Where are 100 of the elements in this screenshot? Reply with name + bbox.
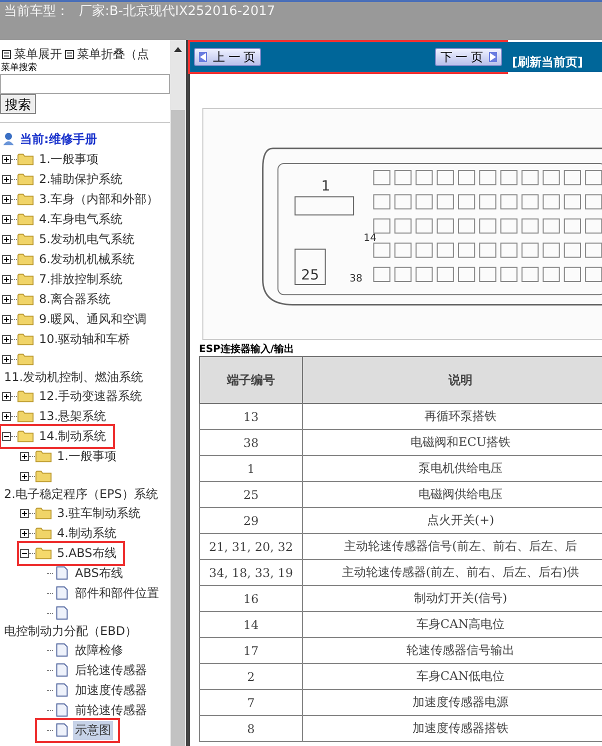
tree-row[interactable]: 前轮速传感器 [0, 700, 170, 720]
tree-item[interactable]: 4.制动系统 [55, 524, 118, 542]
folder-icon [17, 152, 34, 166]
folder-icon [17, 389, 34, 403]
column-header: 说明 [302, 356, 602, 404]
tree-row[interactable]: 4.车身电气系统 [0, 209, 170, 229]
tree-row[interactable]: 13.悬架系统 [0, 406, 170, 426]
tree-row[interactable]: 1.一般事项 [0, 446, 170, 466]
collapse-menu-link[interactable]: 菜单折叠（点 [77, 46, 149, 63]
tree-item[interactable]: 5.发动机电气系统 [37, 230, 136, 248]
tree-row[interactable]: ABS布线 [0, 563, 170, 583]
tree-item[interactable]: 加速度传感器 [73, 680, 149, 700]
expand-toggle[interactable] [2, 392, 11, 400]
table-cell: 16 [200, 586, 302, 612]
tree-row[interactable]: 5.ABS布线 [0, 543, 170, 563]
tree-row[interactable]: 14.制动系统 [0, 426, 170, 446]
tree-item[interactable]: 3.驻车制动系统 [55, 504, 142, 522]
tree-item[interactable]: 6.发动机机械系统 [37, 250, 136, 268]
expand-toggle[interactable] [2, 234, 11, 244]
expand-toggle[interactable] [2, 334, 11, 344]
refresh-page-link[interactable]: [刷新当前页] [512, 54, 583, 71]
table-cell: 17 [200, 638, 302, 664]
tree-item[interactable]: 4.车身电气系统 [37, 210, 124, 228]
tree-row[interactable]: 12.手动变速器系统 [0, 386, 170, 406]
tree-item[interactable]: 10.驱动轴和车桥 [37, 330, 132, 348]
tree-item[interactable]: 8.离合器系统 [37, 290, 112, 308]
tree-row[interactable]: 8.离合器系统 [0, 289, 170, 309]
folder-icon [17, 272, 34, 286]
expand-toggle[interactable] [2, 214, 11, 224]
expand-toggle[interactable] [2, 314, 11, 324]
tree-item[interactable]: ABS布线 [73, 564, 125, 582]
tree-item[interactable]: 后轮速传感器 [73, 660, 149, 680]
table-cell: 2 [200, 664, 302, 690]
tree-item[interactable]: 电控制动力分配（EBD） [2, 622, 140, 641]
tree-row[interactable]: 故障检修 [0, 640, 170, 660]
expand-toggle[interactable] [2, 154, 11, 164]
pin-number: 14 [364, 233, 376, 244]
folder-icon [17, 429, 34, 443]
tree-row[interactable]: 部件和部件位置 [0, 583, 170, 603]
tree-row[interactable]: 3.车身（内部和外部） [0, 189, 170, 209]
tree-item[interactable]: 14.制动系统 [37, 426, 108, 446]
search-label: 菜单搜索 [0, 63, 38, 74]
expand-toggle[interactable] [20, 472, 29, 480]
expand-toggle[interactable] [2, 294, 11, 304]
tree-row[interactable]: 加速度传感器 [0, 680, 170, 700]
tree-row[interactable]: 5.发动机电气系统 [0, 229, 170, 249]
tree-item[interactable]: 7.排放控制系统 [37, 270, 124, 288]
tree-row[interactable]: 9.暖风、通风和空调 [0, 309, 170, 329]
tree-item[interactable]: 3.车身（内部和外部） [37, 190, 160, 208]
expand-toggle[interactable] [2, 354, 11, 364]
expand-toggle[interactable] [20, 548, 29, 558]
expand-toggle[interactable] [2, 432, 11, 440]
table-cell: 34, 18, 33, 19 [200, 560, 302, 586]
prev-page-button[interactable]: 上 一 页 [194, 48, 261, 66]
search-button[interactable]: 搜索 [0, 94, 36, 114]
folder-icon [17, 292, 34, 306]
table-cell: 29 [200, 508, 302, 534]
tree-row[interactable]: 3.驻车制动系统 [0, 503, 170, 523]
scrollbar[interactable] [170, 40, 186, 746]
expand-toggle[interactable] [20, 528, 29, 538]
folder-icon [17, 352, 34, 366]
expand-toggle[interactable] [20, 452, 29, 460]
tree-item[interactable]: 5.ABS布线 [55, 544, 118, 562]
expand-toggle[interactable] [2, 412, 11, 420]
tree-row[interactable]: 6.发动机机械系统 [0, 249, 170, 269]
tree-item[interactable]: 1.一般事项 [55, 446, 118, 466]
tree-item[interactable]: 9.暖风、通风和空调 [37, 310, 148, 328]
tree-row[interactable]: 7.排放控制系统 [0, 269, 170, 289]
tree-item[interactable]: 11.发动机控制、燃油系统 [2, 368, 146, 387]
tree-item[interactable]: 1.一般事项 [37, 150, 100, 168]
tree-item[interactable]: 示意图 [73, 720, 113, 740]
tree-row[interactable]: 10.驱动轴和车桥 [0, 329, 170, 349]
tree-item[interactable]: 前轮速传感器 [73, 700, 149, 720]
tree-item[interactable]: 故障检修 [73, 640, 125, 660]
expand-toggle[interactable] [2, 174, 11, 184]
tree-item[interactable]: 2.辅助保护系统 [37, 170, 124, 188]
tree-row[interactable]: 4.制动系统 [0, 523, 170, 543]
search-field[interactable] [0, 74, 170, 94]
car-model-label: 当前车型： [4, 4, 69, 20]
next-page-button[interactable]: 下 一 页 [435, 48, 502, 66]
folder-icon [35, 506, 52, 520]
expand-toggle[interactable] [20, 508, 29, 518]
tree-row[interactable]: 2.辅助保护系统 [0, 169, 170, 189]
folder-icon [17, 312, 34, 326]
folder-icon [35, 449, 52, 463]
expand-toggle[interactable] [2, 274, 11, 284]
table-cell: 14 [200, 612, 302, 638]
car-model-value: 厂家:B-北京现代IX252016-2017 [79, 4, 276, 20]
tree-row[interactable]: 1.一般事项 [0, 149, 170, 169]
tree-row[interactable]: 后轮速传感器 [0, 660, 170, 680]
tree-item[interactable]: 2.电子稳定程序（EPS）系统 [2, 485, 160, 504]
tree-row[interactable]: 示意图 [0, 720, 170, 740]
expand-toggle[interactable] [2, 254, 11, 264]
pin-number: 1 [321, 178, 330, 195]
expand-toggle[interactable] [2, 194, 11, 204]
tree-item[interactable]: 12.手动变速器系统 [37, 386, 144, 406]
tree-item[interactable]: 部件和部件位置 [73, 584, 161, 602]
expand-menu-link[interactable]: 菜单展开 [14, 46, 62, 63]
tree-item[interactable]: 13.悬架系统 [37, 406, 108, 426]
tree-root[interactable]: 当前:维修手册 [20, 130, 97, 148]
